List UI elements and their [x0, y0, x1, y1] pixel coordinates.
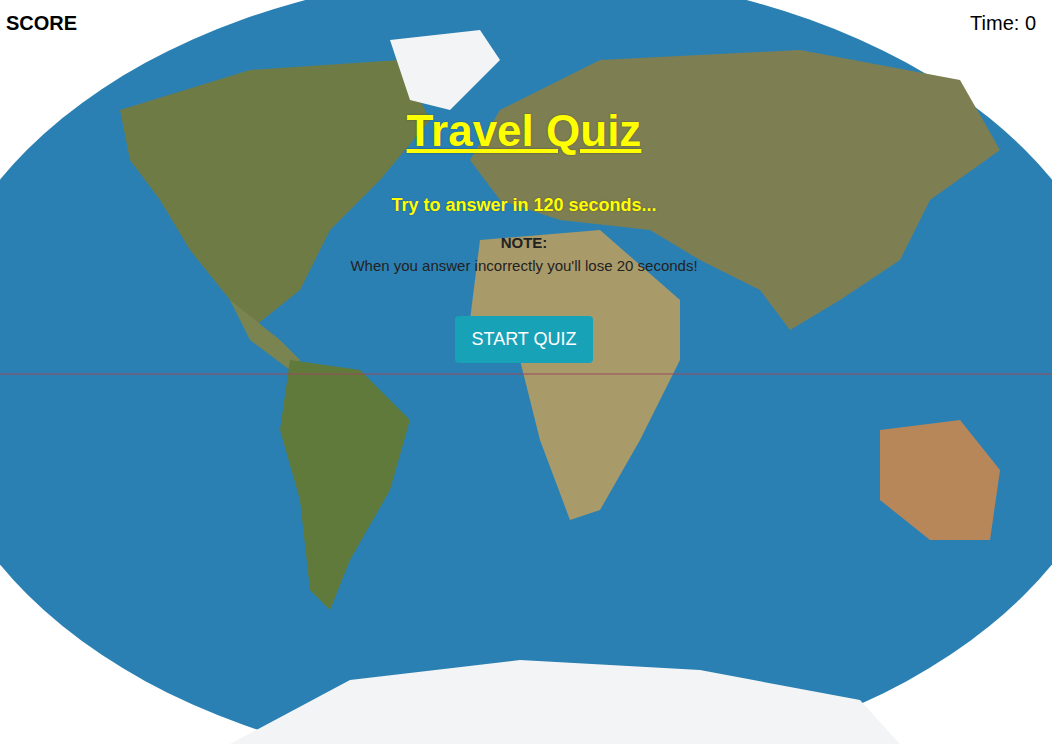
note-label: NOTE: — [501, 234, 548, 251]
quiz-page: SCORE Time: 0 Travel Quiz Try to answer in … — [0, 0, 1052, 744]
score-label: SCORE — [6, 12, 77, 35]
start-quiz-button[interactable]: START QUIZ — [455, 316, 592, 363]
timer: Time: 0 — [970, 12, 1036, 35]
top-bar: SCORE Time: 0 — [0, 0, 1052, 35]
quiz-subtitle: Try to answer in 120 seconds... — [391, 195, 656, 216]
quiz-title: Travel Quiz — [407, 105, 642, 157]
note-text: When you answer incorrectly you'll lose … — [350, 257, 697, 274]
intro-panel: Travel Quiz Try to answer in 120 seconds.… — [0, 35, 1052, 363]
